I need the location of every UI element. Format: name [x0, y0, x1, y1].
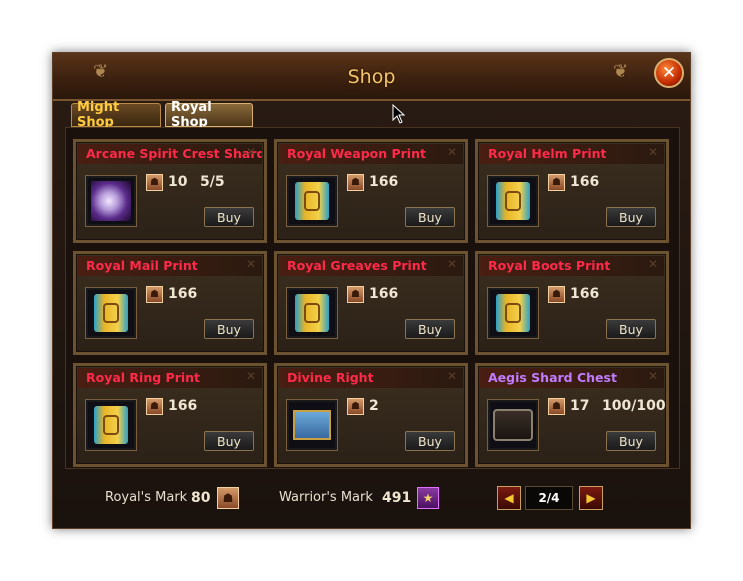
weapon-print-icon[interactable] — [286, 175, 338, 227]
currency-mark-icon: ☗ — [347, 398, 364, 415]
crest-shard-icon[interactable] — [85, 175, 137, 227]
decor-cross-icon: ✕ — [647, 257, 658, 271]
warriors-mark-value: 491 — [382, 490, 412, 506]
close-button[interactable]: ✕ — [654, 58, 684, 88]
item-name: Aegis Shard Chest — [480, 368, 664, 388]
royals-mark-value: 80 — [191, 490, 211, 506]
item-name: Royal Helm Print — [480, 144, 664, 164]
buy-button[interactable]: Buy — [405, 207, 455, 227]
buy-button[interactable]: Buy — [606, 319, 656, 339]
decor-cross-icon: ✕ — [245, 257, 256, 271]
buy-button[interactable]: Buy — [606, 431, 656, 451]
decor-cross-icon: ✕ — [446, 369, 457, 383]
warriors-mark-label: Warrior's Mark — [279, 490, 373, 505]
mail-print-icon[interactable] — [85, 287, 137, 339]
close-icon: ✕ — [661, 63, 677, 83]
currency-mark-icon: ☗ — [548, 398, 565, 415]
tab-might-shop[interactable]: Might Shop — [71, 100, 161, 130]
item-name: Royal Greaves Print — [279, 256, 463, 276]
purchase-limit: 100/100 — [602, 398, 666, 414]
shop-item-card: Divine Right ✕ ☗ 2 Buy — [274, 363, 468, 467]
decor-cross-icon: ✕ — [446, 257, 457, 271]
item-price: 17 — [570, 398, 590, 414]
item-name: Arcane Spirit Crest Shard — [78, 144, 262, 164]
buy-button[interactable]: Buy — [405, 319, 455, 339]
shop-item-card: Royal Helm Print ✕ ☗ 166 Buy — [475, 139, 669, 243]
ring-print-icon[interactable] — [85, 399, 137, 451]
shop-item-card: Royal Greaves Print ✕ ☗ 166 Buy — [274, 251, 468, 355]
item-price: 166 — [168, 286, 198, 302]
arrow-right-icon: ▶ — [586, 491, 596, 505]
item-name: Royal Mail Print — [78, 256, 262, 276]
item-name: Royal Ring Print — [78, 368, 262, 388]
item-name: Royal Weapon Print — [279, 144, 463, 164]
decor-cross-icon: ✕ — [245, 369, 256, 383]
greaves-print-icon[interactable] — [286, 287, 338, 339]
decor-cross-icon: ✕ — [446, 145, 457, 159]
shop-item-card: Royal Ring Print ✕ ☗ 166 Buy — [73, 363, 267, 467]
prev-page-button[interactable]: ◀ — [497, 486, 521, 510]
buy-button[interactable]: Buy — [204, 319, 254, 339]
currency-mark-icon: ☗ — [548, 174, 565, 191]
decor-cross-icon: ✕ — [647, 369, 658, 383]
item-price: 166 — [570, 174, 600, 190]
shop-window: ❦ ❦ Shop ✕ Might Shop Royal Shop Arcane … — [52, 52, 691, 529]
shop-item-card: Royal Weapon Print ✕ ☗ 166 Buy — [274, 139, 468, 243]
item-price: 166 — [570, 286, 600, 302]
shop-item-card: Aegis Shard Chest ✕ ☗ 17 100/100 Buy — [475, 363, 669, 467]
warriors-mark-icon: ★ — [417, 487, 439, 509]
item-name: Royal Boots Print — [480, 256, 664, 276]
arrow-left-icon: ◀ — [504, 491, 514, 505]
item-price: 166 — [369, 286, 399, 302]
mouse-cursor-icon — [392, 104, 406, 124]
decor-cross-icon: ✕ — [647, 145, 658, 159]
shop-item-card: Royal Boots Print ✕ ☗ 166 Buy — [475, 251, 669, 355]
divine-right-chest-icon[interactable] — [286, 399, 338, 451]
item-price: 2 — [369, 398, 379, 414]
buy-button[interactable]: Buy — [405, 431, 455, 451]
buy-button[interactable]: Buy — [606, 207, 656, 227]
currency-mark-icon: ☗ — [347, 286, 364, 303]
buy-button[interactable]: Buy — [204, 207, 254, 227]
purchase-limit: 5/5 — [200, 174, 225, 190]
buy-button[interactable]: Buy — [204, 431, 254, 451]
footer: Royal's Mark 80 ☗ Warrior's Mark 491 ★ ◀… — [53, 473, 690, 529]
currency-mark-icon: ☗ — [146, 174, 163, 191]
helm-print-icon[interactable] — [487, 175, 539, 227]
aegis-chest-icon[interactable] — [487, 399, 539, 451]
item-price: 166 — [369, 174, 399, 190]
currency-mark-icon: ☗ — [347, 174, 364, 191]
boots-print-icon[interactable] — [487, 287, 539, 339]
item-name: Divine Right — [279, 368, 463, 388]
currency-mark-icon: ☗ — [146, 398, 163, 415]
currency-mark-icon: ☗ — [548, 286, 565, 303]
window-title: Shop — [347, 66, 396, 88]
item-price: 10 — [168, 174, 188, 190]
tab-royal-shop[interactable]: Royal Shop — [165, 100, 253, 130]
currency-mark-icon: ☗ — [146, 286, 163, 303]
royals-mark-label: Royal's Mark — [105, 490, 188, 505]
page-indicator: 2/4 — [525, 486, 573, 510]
decor-cross-icon: ✕ — [245, 145, 256, 159]
item-price: 166 — [168, 398, 198, 414]
next-page-button[interactable]: ▶ — [579, 486, 603, 510]
shop-item-card: Royal Mail Print ✕ ☗ 166 Buy — [73, 251, 267, 355]
royals-mark-icon: ☗ — [217, 487, 239, 509]
shop-item-card: Arcane Spirit Crest Shard ✕ ☗ 10 5/5 Buy — [73, 139, 267, 243]
title-bar[interactable]: ❦ ❦ Shop ✕ — [53, 53, 690, 101]
